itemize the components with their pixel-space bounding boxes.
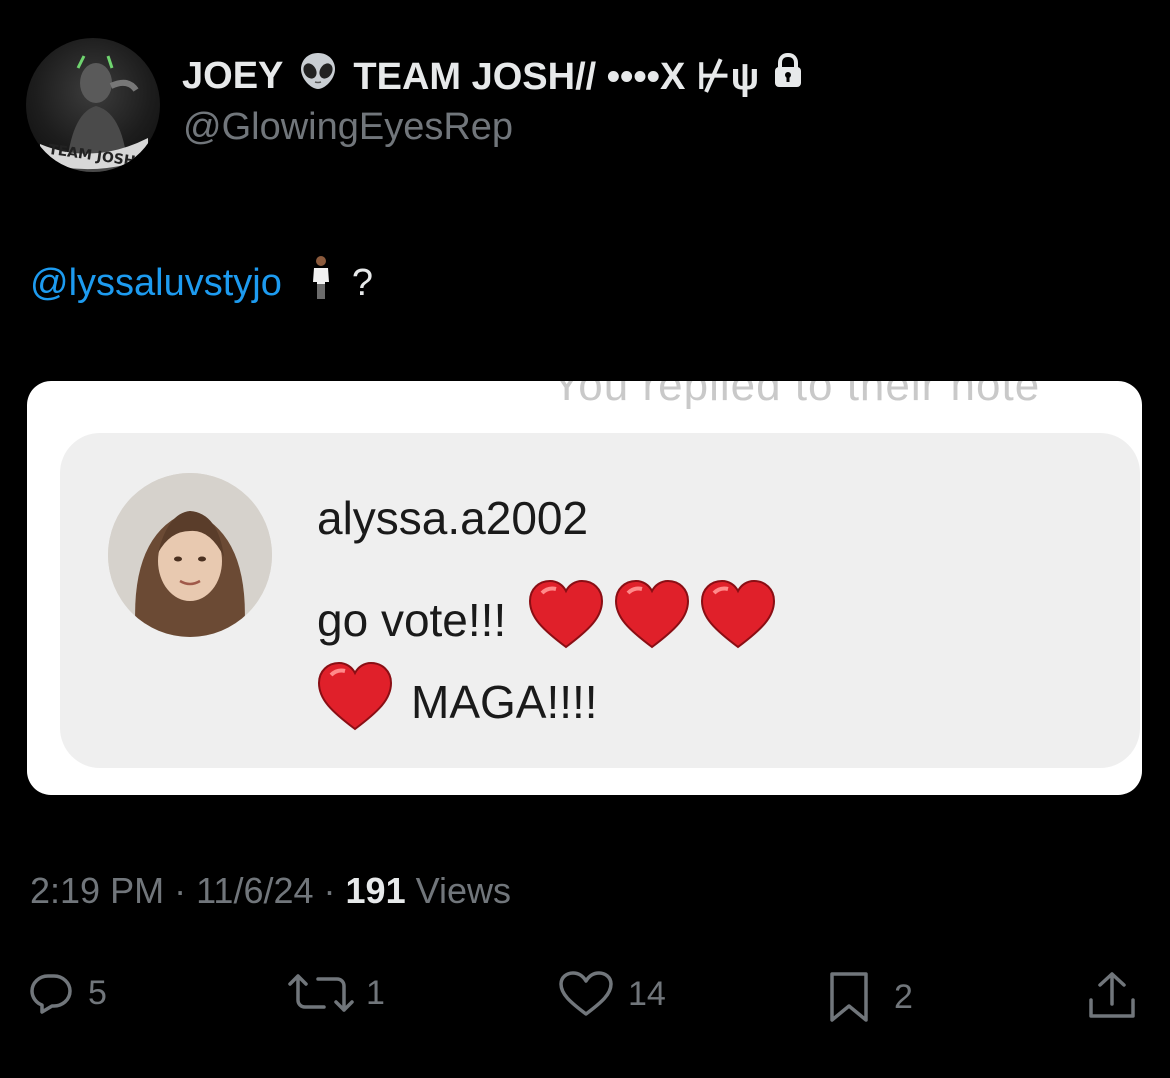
reply-count: 5	[88, 973, 107, 1012]
mention-link[interactable]: @lyssaluvstyjo	[30, 262, 282, 305]
meta-separator: ·	[164, 870, 197, 911]
like-button[interactable]: 14	[558, 970, 666, 1018]
like-count: 14	[628, 974, 666, 1013]
note-line-2-text: MAGA!!!!	[411, 675, 598, 728]
bookmark-count: 2	[894, 977, 913, 1016]
heart-emoji-icon	[614, 579, 690, 660]
display-name-part2: TEAM JOSH// ••••X ⊬ψ	[353, 55, 760, 98]
bookmark-icon	[830, 972, 868, 1022]
repost-icon	[288, 974, 354, 1012]
tweet-time[interactable]: 2:19 PM	[30, 870, 164, 911]
note-line-2: MAGA!!!!	[317, 661, 598, 742]
tweet-date[interactable]: 11/6/24	[196, 870, 313, 911]
action-bar: 5 1 14 2	[0, 960, 1170, 1040]
cut-off-caption: You replied to their note	[552, 381, 1041, 410]
heart-emoji-icon	[317, 661, 393, 742]
tweet-text: @lyssaluvstyjo ?	[30, 256, 373, 310]
author-avatar[interactable]: TEAM JOSH	[26, 38, 160, 172]
share-button[interactable]	[1086, 970, 1138, 1022]
heart-icon	[559, 971, 613, 1016]
reply-button[interactable]: 5	[28, 970, 107, 1016]
note-avatar	[108, 473, 272, 637]
author-display-name[interactable]: JOEY TEAM JOSH// ••••X ⊬ψ	[182, 52, 803, 100]
note-line-1: go vote!!!	[317, 579, 776, 660]
display-name-part1: JOEY	[182, 54, 284, 97]
note-username: alyssa.a2002	[317, 492, 589, 544]
repost-button[interactable]: 1	[286, 970, 385, 1016]
tweet-trailing-text: ?	[351, 261, 374, 304]
bookmark-button[interactable]: 2	[826, 970, 913, 1024]
reply-icon	[30, 974, 72, 1014]
share-icon	[1089, 972, 1135, 1018]
meta-separator: ·	[313, 870, 346, 911]
person-standing-icon	[310, 256, 332, 310]
views-label: Views	[405, 870, 511, 911]
author-handle[interactable]: @GlowingEyesRep	[183, 106, 513, 149]
media-image[interactable]: You replied to their note alyssa.a2002 g…	[27, 381, 1142, 795]
tweet-meta: 2:19 PM · 11/6/24 · 191 Views	[30, 870, 511, 912]
repost-count: 1	[366, 973, 385, 1012]
alien-icon	[297, 50, 339, 102]
note-line-1-text: go vote!!!	[317, 593, 507, 646]
views-count: 191	[345, 870, 406, 911]
heart-emoji-icon	[528, 579, 604, 660]
heart-emoji-icon	[700, 579, 776, 660]
lock-icon	[773, 52, 803, 99]
